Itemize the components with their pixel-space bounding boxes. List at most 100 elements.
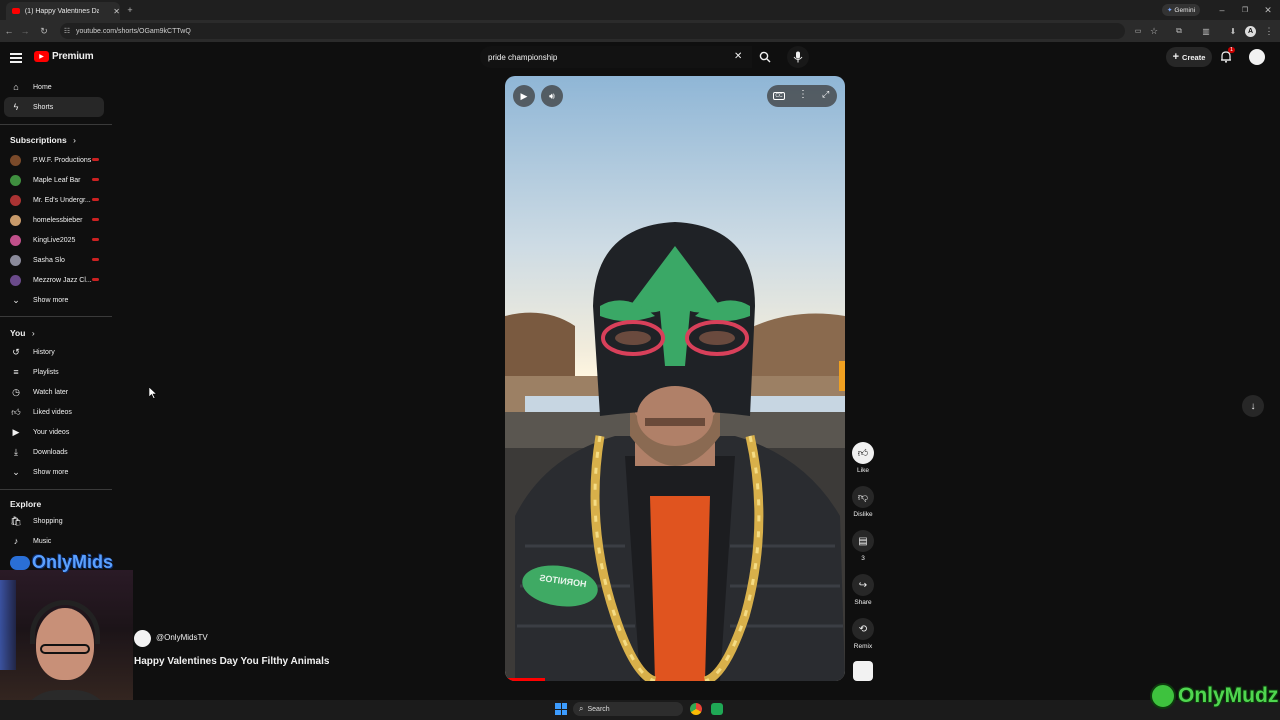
gemini-button[interactable]: ✦ Gemini — [1162, 4, 1200, 16]
sidebar-item-label: Home — [33, 83, 52, 91]
close-tab-icon[interactable]: ✕ — [113, 7, 120, 16]
sidebar-item-label: Shopping — [33, 517, 63, 525]
search-button[interactable] — [752, 46, 778, 68]
downloads-browser-icon[interactable]: ⬇ — [1226, 24, 1240, 38]
comment-icon: ▤ — [858, 535, 868, 547]
sidebar-item-music[interactable]: ♪ Music — [0, 531, 112, 551]
subscription-item[interactable]: homelessbieber — [0, 210, 112, 230]
captions-icon[interactable]: CC — [773, 90, 785, 102]
subscription-label: Sasha Slo — [33, 256, 65, 264]
maximize-window-icon[interactable]: ❐ — [1238, 3, 1252, 17]
forward-icon[interactable]: → — [18, 24, 32, 38]
short-video-player[interactable]: HORNITOS — [505, 76, 845, 681]
profile-avatar-icon[interactable]: A — [1245, 26, 1256, 37]
sidebar-item-liked-videos[interactable]: 👍︎ Liked videos — [0, 402, 112, 422]
sidebar-item-watch-later[interactable]: ◷ Watch later — [0, 382, 112, 402]
app-taskbar-icon[interactable] — [711, 703, 723, 715]
dislike-button[interactable]: 👎︎ — [852, 486, 874, 508]
cast-icon[interactable]: ▭ — [1131, 24, 1145, 38]
fullscreen-icon[interactable]: ⤢ — [822, 89, 829, 100]
onlymudz-logo-text: OnlyMudz — [1178, 684, 1279, 707]
onlymids-webcam-logo: OnlyMids — [10, 552, 113, 573]
channel-avatar — [10, 154, 21, 166]
sidebar-item-shopping[interactable]: 🛍︎ Shopping — [0, 511, 112, 531]
liked-videos-icon: 👍︎ — [11, 406, 21, 417]
voice-search-button[interactable] — [787, 46, 809, 68]
onlymids-logo-text: OnlyMids — [32, 552, 114, 572]
minimize-window-icon[interactable]: – — [1215, 3, 1229, 17]
microphone-icon — [793, 51, 803, 63]
more-options-icon[interactable]: ⋮ — [798, 89, 808, 100]
shopping-icon: 🛍︎ — [10, 515, 22, 526]
home-icon: ⌂ — [13, 82, 19, 92]
dislike-label: Dislike — [853, 511, 873, 518]
remix-label: Remix — [853, 643, 873, 650]
sidebar-item-your-videos[interactable]: ▶ Your videos — [0, 422, 112, 442]
subscription-item[interactable]: KingLive2025 — [0, 230, 112, 250]
side-panel-icon[interactable]: ▥ — [1199, 24, 1213, 38]
sidebar-item-downloads[interactable]: ⤓ Downloads — [0, 442, 112, 462]
volume-icon: 🔊︎ — [549, 90, 555, 101]
subscriptions-heading[interactable]: Subscriptions › — [10, 135, 76, 145]
share-label: Share — [854, 599, 872, 606]
notifications-button[interactable]: 1 — [1220, 47, 1236, 66]
live-indicator — [92, 178, 99, 181]
search-box[interactable]: pride championship — [480, 46, 752, 68]
show-more-label: Show more — [33, 296, 69, 304]
like-button[interactable]: 👍︎ — [852, 442, 874, 464]
subscription-item[interactable]: Mezzrow Jazz Cl... — [0, 270, 112, 290]
subscriptions-show-more[interactable]: ⌄ Show more — [0, 290, 112, 310]
sidebar-item-history[interactable]: ↺ History — [0, 342, 112, 362]
reload-icon[interactable]: ↻ — [37, 24, 51, 38]
sidebar-item-label: Liked videos — [33, 408, 72, 416]
sidebar-item-playlists[interactable]: ≡ Playlists — [0, 362, 112, 382]
sidebar-divider — [0, 124, 112, 125]
bookmark-star-icon[interactable]: ☆ — [1147, 24, 1161, 38]
search-input[interactable]: pride championship — [488, 53, 557, 62]
subscription-item[interactable]: Mr. Ed's Undergr... — [0, 190, 112, 210]
youtube-logo[interactable]: ▶ Premium — [34, 51, 94, 62]
taskbar-search[interactable]: ⌕ Search — [573, 702, 683, 716]
you-heading[interactable]: You › — [10, 328, 35, 338]
channel-avatar[interactable] — [134, 630, 151, 647]
sidebar-item-label: History — [33, 348, 55, 356]
dislike-icon: 👎︎ — [857, 492, 869, 503]
new-tab-icon[interactable]: + — [123, 3, 137, 17]
account-avatar[interactable] — [1249, 49, 1265, 65]
channel-handle[interactable]: @OnlyMidsTV — [156, 633, 208, 642]
share-button[interactable]: ↪ — [852, 574, 874, 596]
subscription-item[interactable]: Sasha Slo — [0, 250, 112, 270]
clear-search-icon[interactable]: ✕ — [734, 51, 742, 62]
windows-start-icon[interactable] — [555, 703, 567, 715]
sidebar-item-shorts[interactable]: ϟ Shorts — [4, 97, 104, 117]
comments-button[interactable]: ▤ — [852, 530, 874, 552]
sidebar-item-label: Shorts — [33, 103, 54, 111]
url-text: youtube.com/shorts/OGam9kCTTwQ — [76, 27, 191, 35]
extensions-icon[interactable]: ⧉ — [1172, 24, 1186, 38]
sound-thumbnail[interactable] — [853, 661, 873, 681]
sidebar-item-home[interactable]: ⌂ Home — [0, 77, 112, 97]
volume-button[interactable]: 🔊︎ — [541, 85, 563, 107]
subscription-item[interactable]: P.W.F. Productions — [0, 150, 112, 170]
subscriptions-title: Subscriptions — [10, 135, 67, 145]
show-more-label: Show more — [33, 468, 69, 476]
subscription-label: P.W.F. Productions — [33, 156, 92, 164]
browser-tab[interactable]: (1) Happy Valentines Day Yo ✕ — [6, 2, 120, 20]
play-button[interactable]: ▶ — [513, 85, 535, 107]
address-bar[interactable]: youtube.com/shorts/OGam9kCTTwQ — [60, 23, 1125, 39]
back-icon[interactable]: ← — [2, 24, 16, 38]
chrome-taskbar-icon[interactable] — [690, 703, 702, 715]
you-show-more[interactable]: ⌄ Show more — [0, 462, 112, 482]
watch-later-icon: ◷ — [12, 386, 20, 397]
close-window-icon[interactable]: ✕ — [1261, 3, 1275, 17]
guide-menu-icon[interactable] — [10, 52, 22, 63]
browser-menu-icon[interactable]: ⋮ — [1262, 24, 1276, 38]
remix-button[interactable]: ⟲ — [852, 618, 874, 640]
subscription-item[interactable]: Maple Leaf Bar — [0, 170, 112, 190]
sidebar-item-label: Playlists — [33, 368, 59, 376]
site-info-icon[interactable]: ☷ — [60, 24, 74, 38]
search-icon — [759, 51, 771, 63]
next-short-button[interactable]: ↓ — [1242, 395, 1264, 417]
mouse-cursor-icon — [149, 387, 157, 399]
create-button[interactable]: + Create — [1166, 47, 1212, 67]
